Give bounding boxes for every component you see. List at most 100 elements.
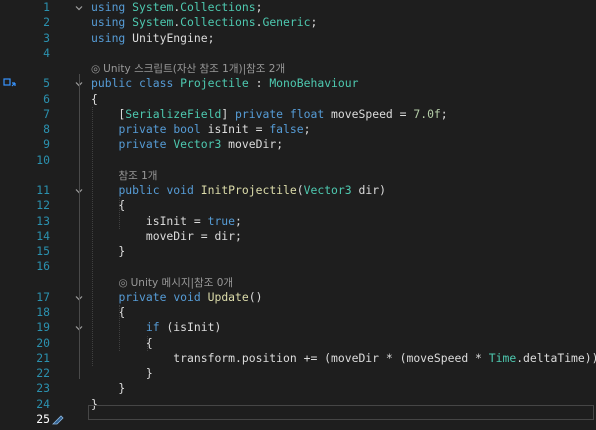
code-token: Vector3 bbox=[173, 137, 222, 152]
code-line[interactable]: 20 { bbox=[0, 336, 596, 351]
code-line[interactable]: 19 if (isInit) bbox=[0, 320, 596, 335]
code-token: () bbox=[248, 289, 263, 304]
line-number: 8 bbox=[43, 122, 50, 136]
code-line[interactable]: 7 [SerializeField] private float moveSpe… bbox=[0, 107, 596, 122]
code-token: System bbox=[132, 0, 174, 14]
line-number: 15 bbox=[36, 244, 50, 258]
indent-guide bbox=[92, 106, 93, 366]
codelens-row[interactable]: 참조 1개 bbox=[0, 168, 596, 183]
code-line[interactable]: 5 public class Projectile : MonoBehaviour bbox=[0, 76, 596, 91]
line-number: 14 bbox=[36, 228, 50, 243]
code-token: public bbox=[91, 76, 133, 91]
line-number: 20 bbox=[36, 335, 50, 350]
code-editor[interactable]: 1 using System.Collections; 2 using System.… bbox=[0, 0, 596, 426]
code-line[interactable]: 2 using System.Collections.Generic; bbox=[0, 15, 596, 30]
code-token: if bbox=[145, 320, 160, 335]
code-line[interactable]: 3 using UnityEngine; bbox=[0, 31, 596, 46]
code-line[interactable]: 1 using System.Collections; bbox=[0, 0, 596, 15]
codelens-text[interactable]: Unity 스크립트(자산 참조 1개)|참조 2개 bbox=[103, 63, 285, 75]
code-token: float bbox=[289, 106, 325, 121]
line-number: 6 bbox=[43, 91, 50, 106]
codelens-text[interactable]: Unity 메시지|참조 0개 bbox=[131, 277, 233, 289]
code-token: moveDir = dir; bbox=[91, 228, 242, 243]
codelens-row[interactable]: ◎ Unity 스크립트(자산 참조 1개)|참조 2개 bbox=[0, 61, 596, 76]
code-line[interactable]: 12 { bbox=[0, 198, 596, 213]
indent-guide bbox=[119, 305, 121, 351]
line-number: 13 bbox=[36, 213, 50, 228]
unity-icon: ◎ bbox=[91, 63, 101, 75]
code-token: Collections bbox=[180, 0, 256, 14]
code-token: .deltaTime)); bbox=[516, 350, 596, 365]
code-token: using bbox=[91, 15, 126, 30]
code-token: private bbox=[235, 106, 284, 121]
code-line[interactable]: 21 transform.position += (moveDir * (mov… bbox=[0, 351, 596, 366]
line-number: 5 bbox=[43, 76, 50, 91]
line-number: 23 bbox=[36, 381, 50, 396]
code-token: true bbox=[207, 213, 236, 228]
code-line[interactable]: 8 private bool isInit = false; bbox=[0, 122, 596, 137]
line-number: 25 bbox=[36, 411, 50, 426]
line-number: 11 bbox=[36, 183, 50, 197]
line-number: 19 bbox=[36, 320, 50, 335]
code-token: System bbox=[132, 15, 174, 30]
codelens-text[interactable]: 참조 1개 bbox=[118, 170, 157, 182]
code-line[interactable]: 13 isInit = true; bbox=[0, 214, 596, 229]
code-token: ] bbox=[221, 106, 236, 121]
code-line[interactable]: 6{ bbox=[0, 92, 596, 107]
code-line[interactable]: 14 moveDir = dir; bbox=[0, 229, 596, 244]
fold-chevron-icon[interactable] bbox=[74, 2, 84, 12]
code-line[interactable]: 10 bbox=[0, 153, 596, 168]
code-token: using bbox=[91, 30, 126, 45]
code-line[interactable]: 11 public void InitProjectile(Vector3 di… bbox=[0, 183, 596, 198]
code-token: ; bbox=[255, 0, 263, 14]
code-token: ( bbox=[296, 183, 304, 197]
line-number: 12 bbox=[36, 198, 50, 213]
line-number: 3 bbox=[43, 30, 50, 45]
code-token: class bbox=[139, 76, 174, 91]
codelens-row[interactable]: ◎ Unity 메시지|참조 0개 bbox=[0, 275, 596, 290]
codelens-reference[interactable]: ◎ Unity 스크립트(자산 참조 1개)|참조 2개 bbox=[91, 63, 285, 75]
code-line[interactable]: 9 private Vector3 moveDir; bbox=[0, 137, 596, 152]
codelens-reference[interactable]: 참조 1개 bbox=[118, 170, 157, 182]
line-number: 16 bbox=[36, 259, 50, 274]
code-token: moveSpeed = bbox=[324, 106, 414, 121]
line-number: 1 bbox=[43, 0, 50, 14]
code-token: MonoBehaviour bbox=[269, 76, 359, 91]
line-number: 24 bbox=[36, 396, 50, 411]
code-token: ; bbox=[310, 15, 318, 30]
line-number: 10 bbox=[36, 152, 50, 167]
code-token: isInit = bbox=[200, 122, 270, 136]
quick-action-icon[interactable] bbox=[51, 413, 65, 428]
code-token: UnityEngine; bbox=[125, 30, 215, 45]
code-token: Collections bbox=[180, 15, 256, 30]
code-token: false bbox=[269, 122, 304, 136]
line-number: 4 bbox=[43, 45, 50, 60]
code-token: private bbox=[118, 137, 167, 152]
code-line[interactable]: 17 private void Update() bbox=[0, 290, 596, 305]
current-line-highlight bbox=[88, 405, 594, 420]
code-line[interactable]: 16 bbox=[0, 259, 596, 274]
indent-guide bbox=[119, 198, 121, 229]
code-token: Update bbox=[207, 289, 249, 304]
code-token: } bbox=[91, 381, 126, 396]
code-token: using bbox=[91, 0, 126, 14]
code-token: Generic bbox=[262, 15, 311, 30]
code-line[interactable]: 23 } bbox=[0, 381, 596, 396]
code-line[interactable]: 15 } bbox=[0, 244, 596, 259]
codelens-reference[interactable]: ◎ Unity 메시지|참조 0개 bbox=[118, 277, 233, 289]
line-number: 7 bbox=[43, 106, 50, 121]
line-number: 18 bbox=[36, 305, 50, 319]
line-number: 17 bbox=[36, 289, 50, 304]
code-line[interactable]: 22 } bbox=[0, 366, 596, 381]
code-line[interactable]: 4 bbox=[0, 46, 596, 61]
code-token: } bbox=[91, 244, 126, 258]
code-token: ; bbox=[303, 122, 311, 136]
code-token: Time bbox=[488, 350, 517, 365]
code-line[interactable]: 18 { bbox=[0, 305, 596, 320]
